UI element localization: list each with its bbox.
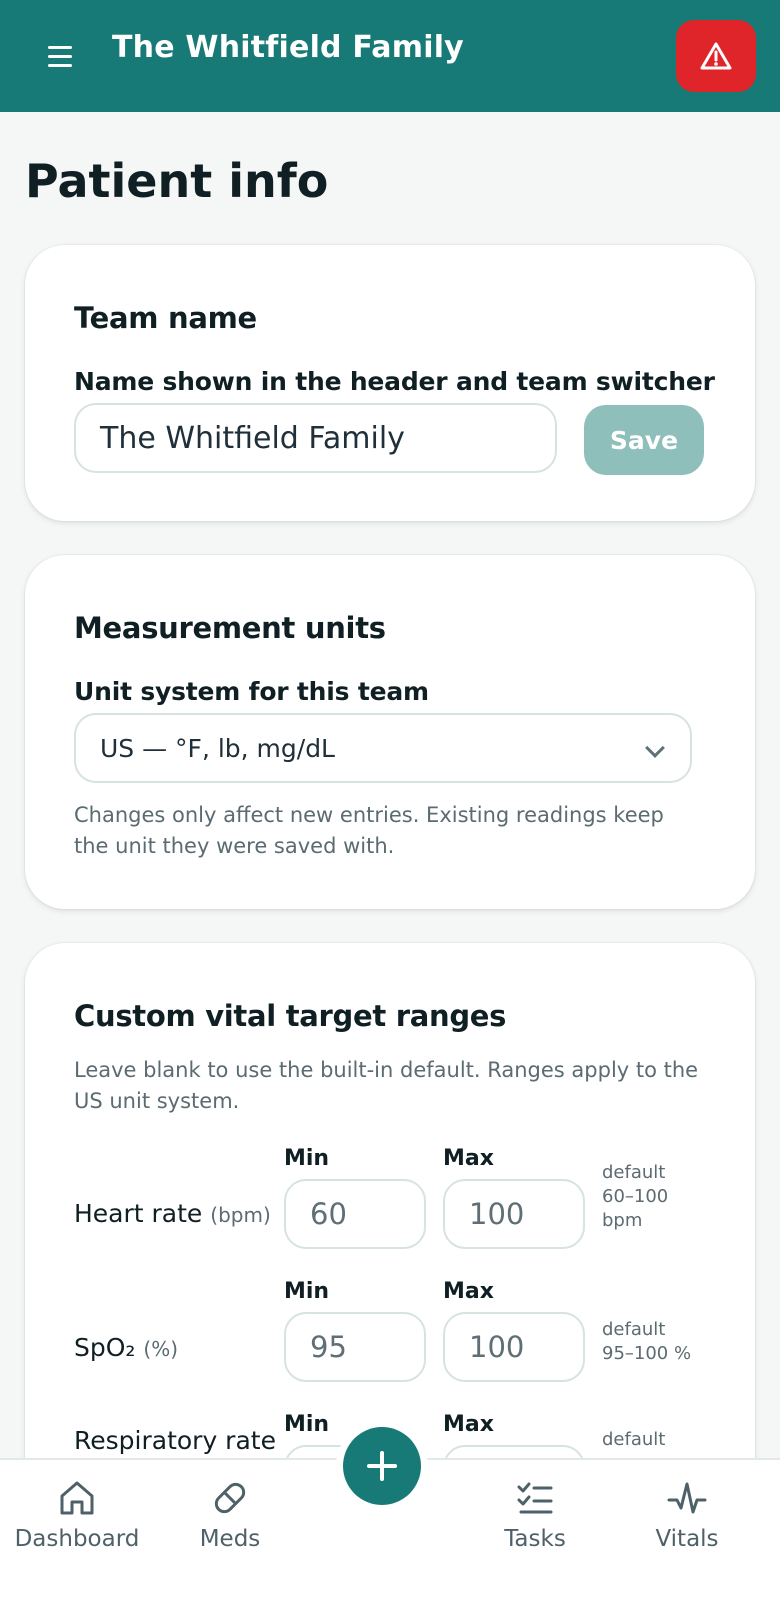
measurement-units-title: Measurement units [74, 611, 386, 645]
min-column-label: Min [284, 1279, 330, 1304]
default-line: default [602, 1429, 666, 1450]
heart-rate-max-input[interactable]: 100 [443, 1179, 585, 1249]
nav-meds[interactable]: Meds [155, 1460, 305, 1600]
nav-label: Tasks [504, 1526, 566, 1552]
nav-label: Dashboard [14, 1526, 140, 1552]
page-title: Patient info [25, 154, 329, 208]
spo2-max-input[interactable]: 100 [443, 1312, 585, 1382]
plus-icon [367, 1451, 397, 1481]
default-range: 95–100 % [602, 1343, 692, 1364]
header-team-name[interactable]: The Whitfield Family [112, 30, 464, 65]
checklist-icon [517, 1482, 553, 1514]
units-help-text: Changes only affect new entries. Existin… [74, 803, 664, 858]
vital-label-spo2: SpO₂ (%) [74, 1333, 178, 1362]
measurement-units-card: Measurement units Unit system for this t… [25, 555, 755, 909]
max-column-label: Max [443, 1279, 494, 1304]
team-name-card: Team name Name shown in the header and t… [25, 245, 755, 521]
save-button[interactable]: Save [584, 405, 704, 475]
alert-button[interactable] [676, 20, 756, 92]
respiratory-rate-default-note: default [602, 1428, 702, 1452]
chevron-down-icon [645, 738, 665, 758]
vital-name: Heart rate [74, 1199, 203, 1228]
vital-unit: (%) [143, 1337, 179, 1361]
default-line: default [602, 1319, 666, 1340]
app-header: The Whitfield Family [0, 0, 780, 112]
default-range: 60–100 [602, 1186, 669, 1207]
min-column-label: Min [284, 1412, 330, 1437]
nav-label: Vitals [655, 1526, 719, 1552]
vital-label-heart-rate: Heart rate (bpm) [74, 1199, 271, 1228]
vital-ranges-help-text: Leave blank to use the built-in default.… [74, 1058, 699, 1113]
vital-name: SpO₂ [74, 1333, 136, 1362]
nav-dashboard[interactable]: Dashboard [2, 1460, 152, 1600]
unit-system-label: Unit system for this team [74, 677, 429, 706]
team-name-input[interactable]: The Whitfield Family [74, 403, 557, 473]
pulse-icon [667, 1482, 707, 1514]
max-column-label: Max [443, 1412, 494, 1437]
nav-tasks[interactable]: Tasks [460, 1460, 610, 1600]
vital-ranges-title: Custom vital target ranges [74, 999, 507, 1033]
hamburger-menu-icon[interactable] [42, 38, 78, 74]
max-column-label: Max [443, 1146, 494, 1171]
spo2-default-note: default 95–100 % [602, 1318, 722, 1366]
nav-vitals[interactable]: Vitals [612, 1460, 762, 1600]
unit-system-select[interactable]: US — °F, lb, mg/dL [74, 713, 692, 783]
default-line: default [602, 1162, 666, 1183]
vital-name: Respiratory rate [74, 1426, 276, 1455]
add-button[interactable] [343, 1427, 421, 1505]
heart-rate-default-note: default 60–100 bpm [602, 1161, 702, 1233]
team-name-title: Team name [74, 301, 257, 335]
home-icon [60, 1481, 94, 1515]
pill-icon [214, 1482, 246, 1514]
nav-label: Meds [199, 1526, 261, 1552]
team-name-label: Name shown in the header and team switch… [74, 367, 715, 396]
default-unit: bpm [602, 1210, 643, 1231]
min-column-label: Min [284, 1146, 330, 1171]
heart-rate-min-input[interactable]: 60 [284, 1179, 426, 1249]
vital-unit: (bpm) [210, 1203, 271, 1227]
vital-label-respiratory-rate: Respiratory rate [74, 1426, 276, 1455]
spo2-min-input[interactable]: 95 [284, 1312, 426, 1382]
warning-triangle-icon [700, 42, 732, 70]
unit-system-value: US — °F, lb, mg/dL [100, 733, 335, 763]
